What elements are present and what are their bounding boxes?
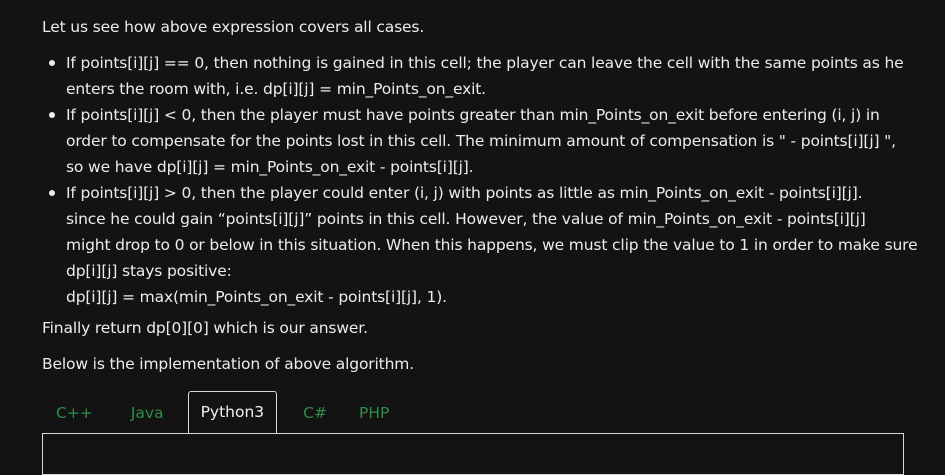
code-panel — [42, 433, 904, 475]
case-negative-line-1: If points[i][j] < 0, then the player mus… — [66, 106, 880, 124]
case-zero-line-2: enters the room with, i.e. dp[i][j] = mi… — [66, 80, 486, 98]
case-zero-line-1: If points[i][j] == 0, then nothing is ga… — [66, 54, 904, 72]
list-item-case-negative: If points[i][j] < 0, then the player mus… — [49, 102, 926, 180]
tab-csharp[interactable]: C# — [289, 393, 341, 433]
list-item-case-zero: If points[i][j] == 0, then nothing is ga… — [49, 50, 926, 102]
language-tabs: C++ Java Python3 C# PHP — [42, 391, 403, 433]
case-positive-line-2: since he could gain “points[i][j]” point… — [66, 210, 866, 228]
list-item-case-positive: If points[i][j] > 0, then the player cou… — [49, 180, 926, 310]
case-positive-line-1: If points[i][j] > 0, then the player cou… — [66, 184, 863, 202]
cases-list: If points[i][j] == 0, then nothing is ga… — [42, 50, 926, 310]
tab-python3[interactable]: Python3 — [187, 391, 278, 433]
tab-php[interactable]: PHP — [345, 393, 403, 433]
case-negative-line-3: so we have dp[i][j] = min_Points_on_exit… — [66, 158, 474, 176]
intro-paragraph: Let us see how above expression covers a… — [42, 18, 425, 36]
finally-paragraph: Finally return dp[0][0] which is our ans… — [42, 319, 368, 337]
implementation-intro: Below is the implementation of above alg… — [42, 355, 414, 373]
case-positive-line-5: dp[i][j] = max(min_Points_on_exit - poin… — [66, 288, 447, 306]
tab-cpp[interactable]: C++ — [42, 393, 107, 433]
case-negative-line-2: order to compensate for the points lost … — [66, 132, 896, 150]
tab-java[interactable]: Java — [117, 393, 178, 433]
case-positive-line-3: might drop to 0 or below in this situati… — [66, 236, 918, 254]
case-positive-line-4: dp[i][j] stays positive: — [66, 262, 232, 280]
